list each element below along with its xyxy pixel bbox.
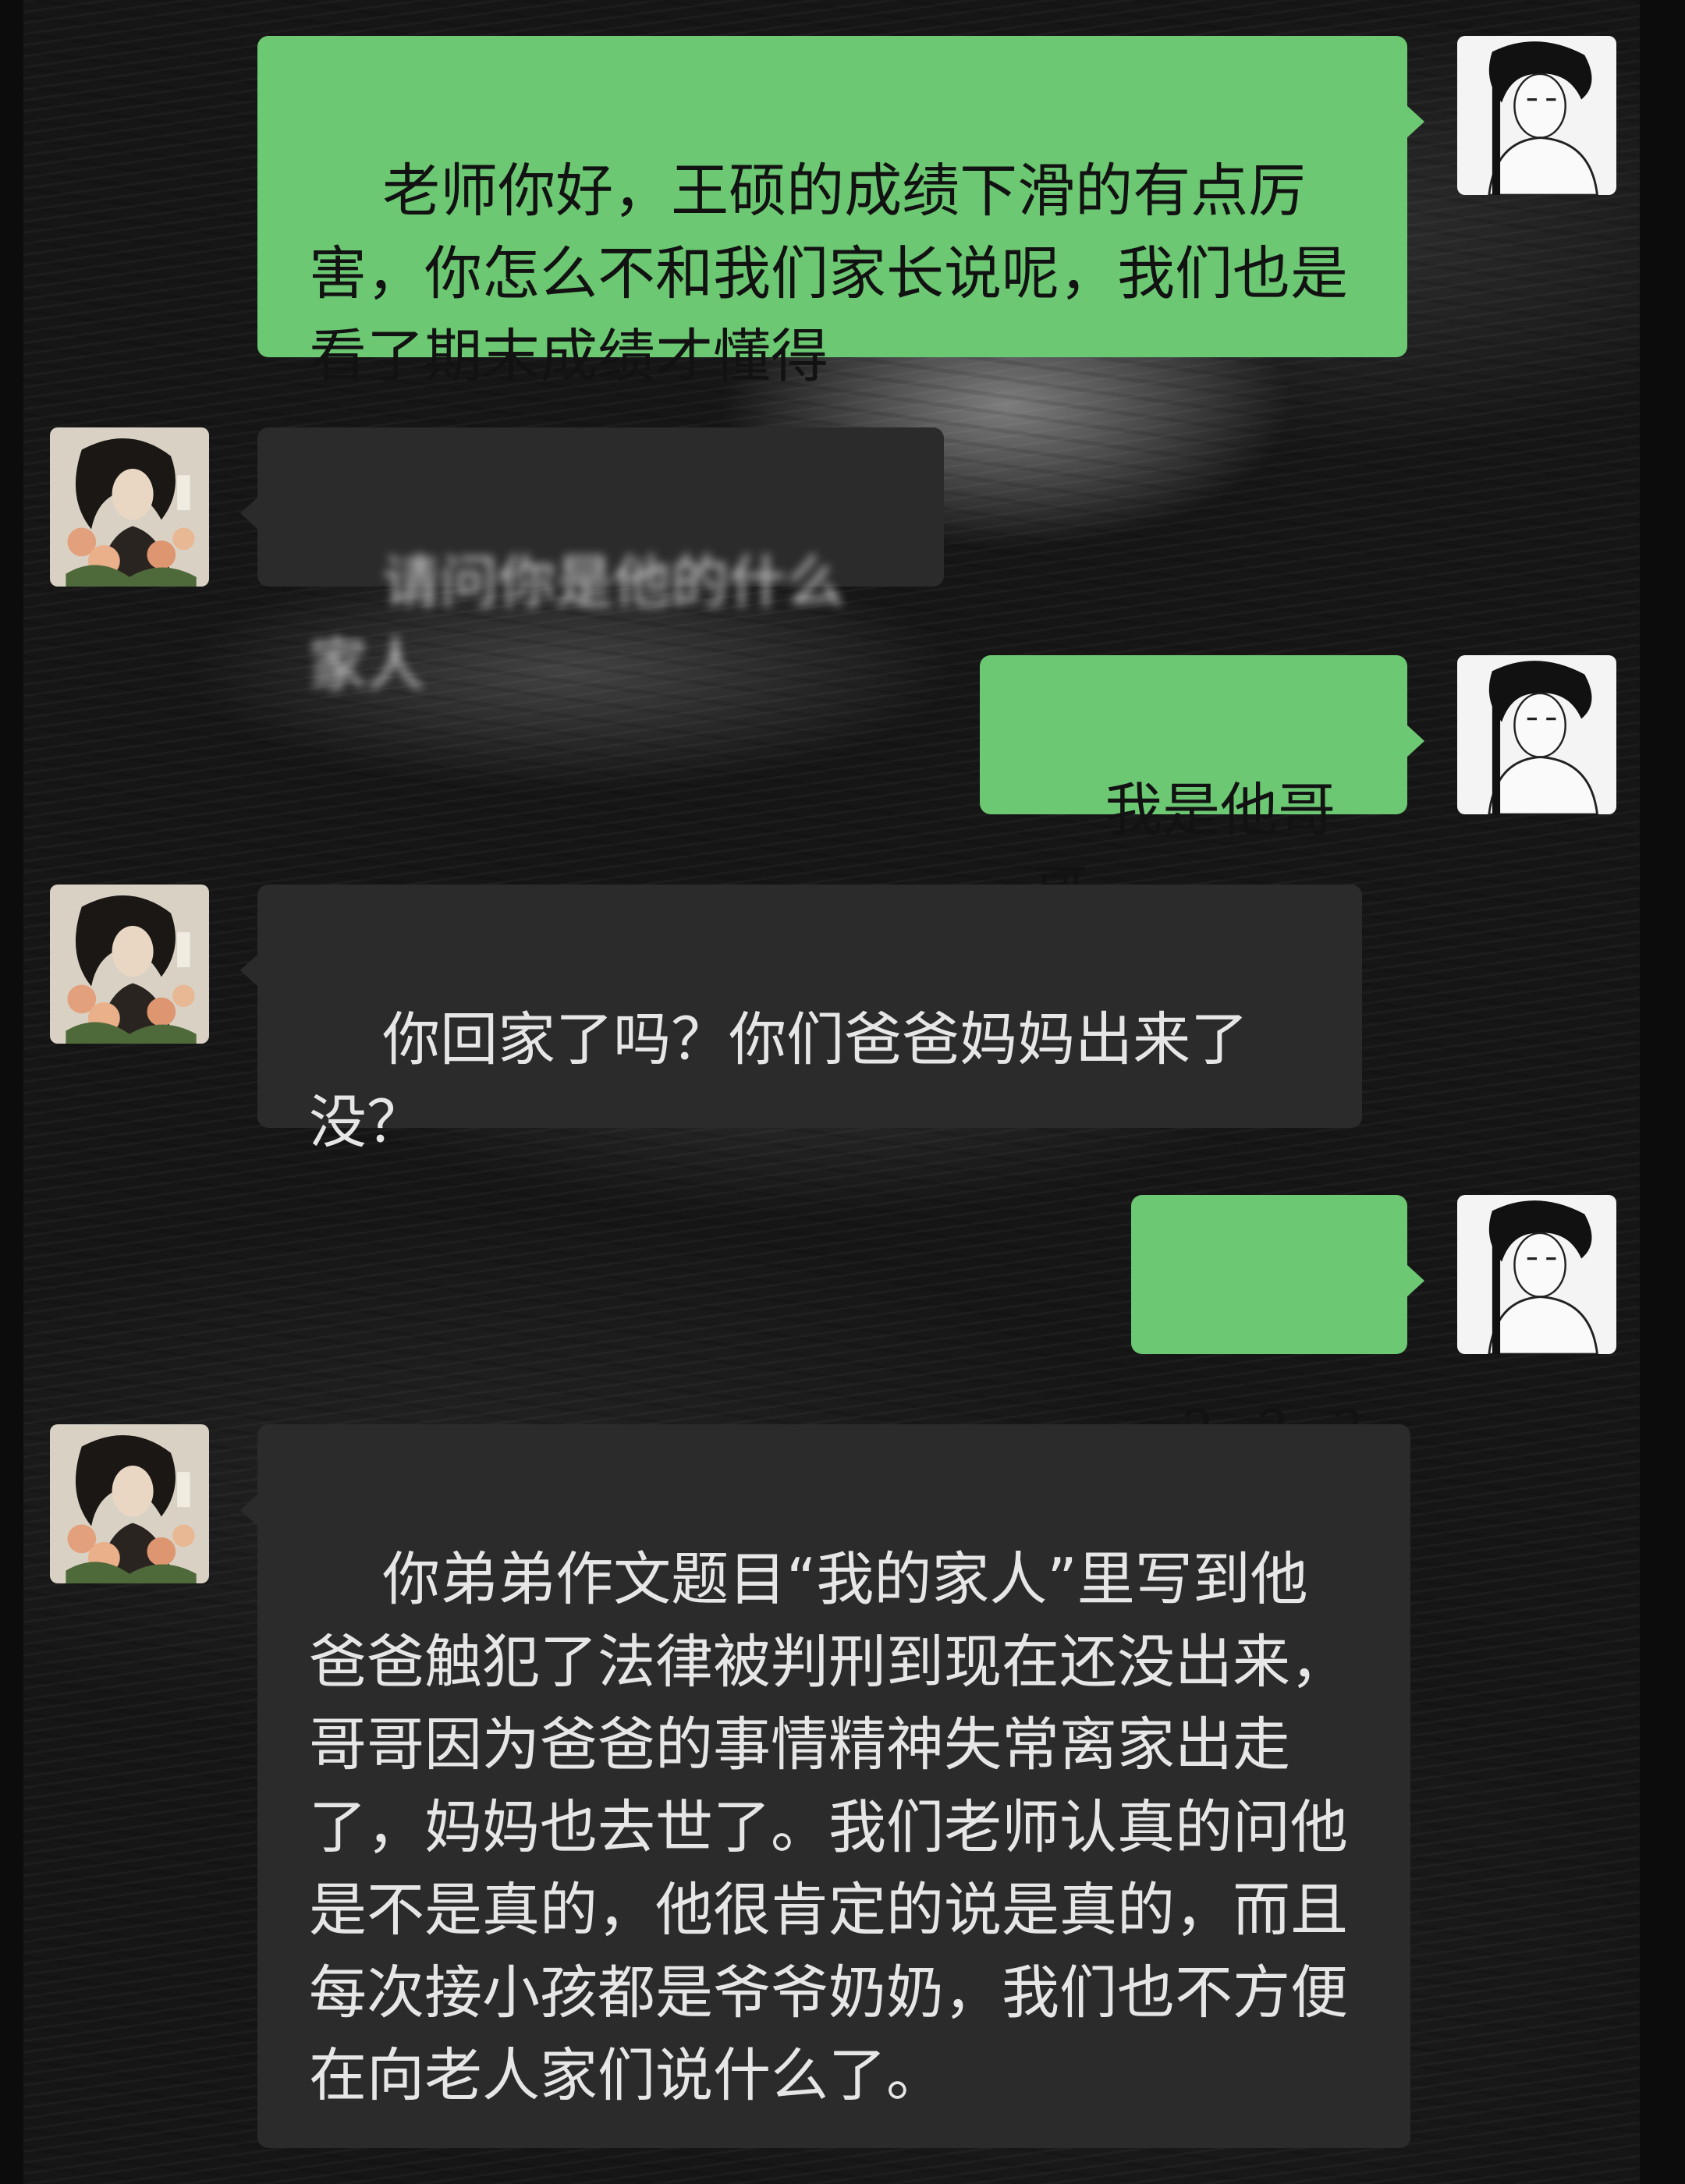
my-avatar-icon[interactable] [1457, 1195, 1616, 1354]
woman-flowers-avatar-icon [50, 427, 209, 587]
message-text: 老师你好，王硕的成绩下滑的有点厉害，你怎么不和我们家长说呢，我们也是看了期末成绩… [309, 158, 1348, 390]
message-bubble-sent[interactable]: 老师你好，王硕的成绩下滑的有点厉害，你怎么不和我们家长说呢，我们也是看了期末成绩… [257, 36, 1424, 390]
chat-window: 老师你好，王硕的成绩下滑的有点厉害，你怎么不和我们家长说呢，我们也是看了期末成绩… [23, 0, 1640, 2184]
my-avatar-icon[interactable] [1457, 36, 1616, 195]
bw-sketch-boy-avatar-icon [1457, 655, 1616, 814]
message-bubble-received[interactable]: 你弟弟作文题目“我的家人”里写到他爸爸触犯了法律被判刑到现在还没出来，哥哥因为爸… [240, 1424, 1410, 2148]
message-bubble-received[interactable]: 你回家了吗？你们爸爸妈妈出来了没？ [240, 885, 1362, 1156]
message-text: 你弟弟作文题目“我的家人”里写到他爸爸触犯了法律被判刑到现在还没出来，哥哥因为爸… [309, 1546, 1348, 2109]
teacher-avatar-icon[interactable] [50, 1424, 209, 1583]
teacher-avatar-icon[interactable] [50, 427, 209, 587]
bw-sketch-boy-avatar-icon [1457, 36, 1616, 195]
woman-flowers-avatar-icon [50, 1424, 209, 1583]
my-avatar-icon[interactable] [1457, 655, 1616, 814]
bw-sketch-boy-avatar-icon [1457, 1195, 1616, 1354]
message-bubble-sent[interactable]: ？？？ [1131, 1195, 1424, 1466]
woman-flowers-avatar-icon [50, 885, 209, 1044]
message-bubble-received[interactable]: 请问你是他的什么家人 [240, 427, 944, 699]
message-bubble-sent[interactable]: 我是他哥哥 [980, 655, 1424, 927]
teacher-avatar-icon[interactable] [50, 885, 209, 1044]
